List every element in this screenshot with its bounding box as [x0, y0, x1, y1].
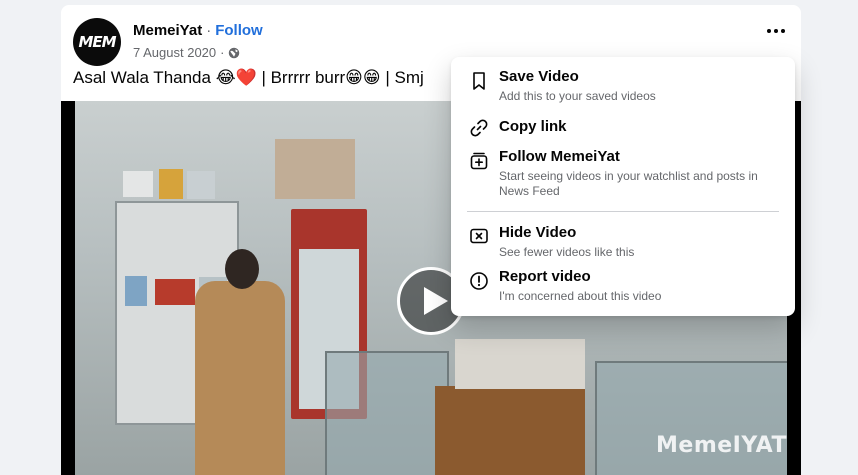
post-caption: Asal Wala Thanda 😂❤️ | Brrrrr burr😁😁 | S…	[73, 68, 424, 87]
avatar[interactable]: MEM	[73, 18, 121, 66]
hide-x-icon	[470, 228, 488, 244]
date-separator: ·	[220, 45, 225, 60]
link-icon	[470, 119, 488, 137]
menu-item-subtitle: Start seeing videos in your watchlist an…	[499, 169, 758, 198]
menu-item-title: Follow MemeiYat	[499, 148, 620, 165]
menu-item-subtitle: I'm concerned about this video	[499, 289, 662, 303]
post-date-link[interactable]: 7 August 2020	[133, 45, 216, 60]
bookmark-icon	[473, 72, 485, 90]
follow-button[interactable]: Follow	[215, 22, 263, 39]
menu-item-subtitle: Add this to your saved videos	[499, 89, 656, 103]
menu-item-hide-video[interactable]: Hide Video See fewer videos like this	[459, 219, 787, 263]
menu-item-title: Hide Video	[499, 224, 577, 241]
avatar-logo-text: MEM	[78, 33, 116, 51]
person-figure	[195, 281, 285, 475]
menu-item-title: Report video	[499, 268, 591, 285]
menu-item-title: Copy link	[499, 118, 567, 135]
separator-dot: ·	[206, 22, 212, 39]
menu-item-copy-link[interactable]: Copy link	[459, 113, 787, 143]
post-options-menu: Save Video Add this to your saved videos…	[451, 57, 795, 316]
menu-item-save-video[interactable]: Save Video Add this to your saved videos	[459, 63, 787, 109]
menu-divider	[467, 211, 779, 212]
author-line: MemeiYat · Follow	[133, 22, 263, 39]
menu-item-title: Save Video	[499, 68, 579, 85]
follow-plus-icon	[470, 152, 488, 170]
post-meta: 7 August 2020 ·	[133, 45, 240, 60]
globe-icon	[229, 47, 240, 58]
author-name-link[interactable]: MemeiYat	[133, 22, 202, 39]
menu-item-report-video[interactable]: Report video I'm concerned about this vi…	[459, 263, 787, 309]
video-watermark: MemeIYAT	[656, 433, 787, 458]
more-options-icon[interactable]	[761, 19, 791, 43]
menu-item-subtitle: See fewer videos like this	[499, 245, 635, 259]
report-alert-icon	[470, 272, 488, 290]
menu-item-follow[interactable]: Follow MemeiYat Start seeing videos in y…	[459, 143, 787, 203]
